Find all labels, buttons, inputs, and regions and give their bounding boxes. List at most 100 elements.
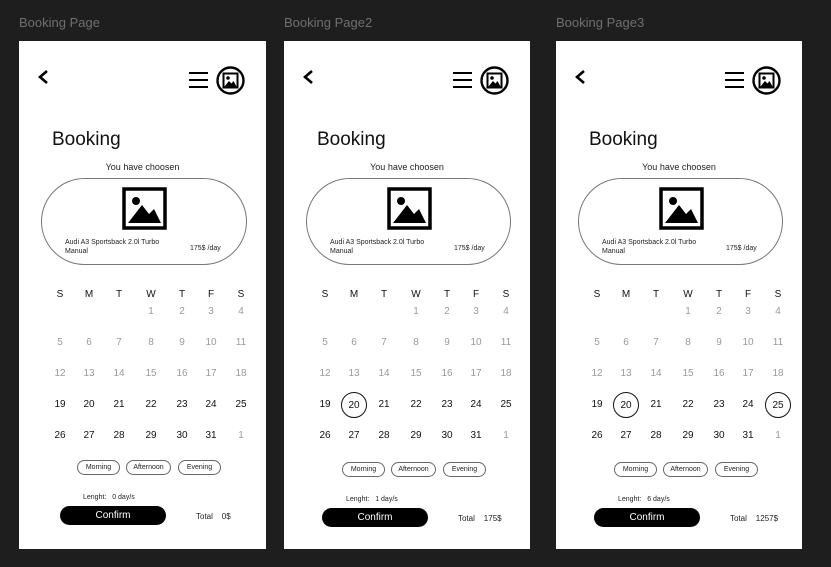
calendar-day-23[interactable]: 23 <box>706 392 732 418</box>
calendar-day-28[interactable]: 28 <box>643 423 669 449</box>
calendar-day-24[interactable]: 24 <box>463 392 489 418</box>
calendar-day-31[interactable]: 31 <box>463 423 489 449</box>
menu-hamburger-icon[interactable] <box>189 72 208 88</box>
calendar-day-21[interactable]: 21 <box>371 392 397 418</box>
length-summary: Lenght: 6 day/s <box>618 496 670 503</box>
car-image-icon <box>658 187 704 230</box>
car-card[interactable]: Audi A3 Sportsback 2.0l Turbo Manual 175$ … <box>306 178 511 265</box>
calendar-day-20[interactable]: 20 <box>341 392 367 418</box>
calendar-day-31[interactable]: 31 <box>735 423 761 449</box>
calendar-day-22[interactable]: 22 <box>675 392 701 418</box>
weekday-header: M <box>84 289 94 300</box>
time-option-afternoon[interactable]: Afternoon <box>391 462 436 477</box>
total-label: Total <box>196 512 213 521</box>
back-chevron-icon[interactable] <box>298 65 318 89</box>
calendar-day-17: 17 <box>470 368 482 379</box>
time-option-evening[interactable]: Evening <box>178 460 221 475</box>
back-chevron-icon[interactable] <box>33 65 53 89</box>
calendar-day-28[interactable]: 28 <box>371 423 397 449</box>
calendar-day-30[interactable]: 30 <box>169 423 195 449</box>
calendar-day-21[interactable]: 21 <box>106 392 132 418</box>
total-value: 175$ <box>483 514 502 523</box>
calendar-day-30[interactable]: 30 <box>706 423 732 449</box>
calendar-day-23[interactable]: 23 <box>434 392 460 418</box>
car-card[interactable]: Audi A3 Sportsback 2.0l Turbo Manual 175$ … <box>41 178 247 265</box>
calendar-day-31[interactable]: 31 <box>198 423 224 449</box>
calendar-day-6: 6 <box>86 337 92 348</box>
profile-avatar-icon[interactable] <box>752 66 781 95</box>
calendar-day-28[interactable]: 28 <box>106 423 132 449</box>
calendar-day-7: 7 <box>653 337 659 348</box>
calendar-day-18: 18 <box>500 368 512 379</box>
calendar-day-8: 8 <box>413 337 419 348</box>
back-chevron-icon[interactable] <box>570 65 590 89</box>
calendar-day-19[interactable]: 19 <box>584 392 610 418</box>
frame-label: Booking Page2 <box>284 15 373 30</box>
calendar-day-25[interactable]: 25 <box>493 392 519 418</box>
frame-label: Booking Page3 <box>556 15 645 30</box>
calendar-day-26[interactable]: 26 <box>47 423 73 449</box>
calendar-day-29[interactable]: 29 <box>138 423 164 449</box>
car-name-line2: Manual <box>602 248 625 255</box>
length-label: Lenght: <box>83 494 107 501</box>
calendar-day-29[interactable]: 29 <box>675 423 701 449</box>
calendar-day-22[interactable]: 22 <box>138 392 164 418</box>
length-label: Lenght: <box>346 496 370 503</box>
time-option-evening[interactable]: Evening <box>443 462 486 477</box>
calendar-day-7: 7 <box>116 337 122 348</box>
confirm-button[interactable]: Confirm <box>60 506 166 525</box>
length-value: 6 day/s <box>647 496 670 503</box>
calendar-day-20[interactable]: 20 <box>613 392 639 418</box>
calendar-day-1-next: 1 <box>775 430 781 441</box>
chosen-caption: You have choosen <box>370 162 444 172</box>
profile-avatar-icon[interactable] <box>216 66 245 95</box>
calendar-day-4: 4 <box>238 306 244 317</box>
calendar-day-4: 4 <box>503 306 509 317</box>
calendar-day-21[interactable]: 21 <box>643 392 669 418</box>
car-image-icon <box>386 187 432 230</box>
menu-hamburger-icon[interactable] <box>453 72 472 88</box>
time-option-morning[interactable]: Morning <box>614 462 657 477</box>
calendar-day-3: 3 <box>208 306 214 317</box>
time-option-afternoon[interactable]: Afternoon <box>126 460 171 475</box>
calendar-day-8: 8 <box>685 337 691 348</box>
total-summary: Total 1257$ <box>730 514 778 523</box>
calendar-day-24[interactable]: 24 <box>735 392 761 418</box>
car-card[interactable]: Audi A3 Sportsback 2.0l Turbo Manual 175$ … <box>578 178 783 265</box>
time-option-morning[interactable]: Morning <box>77 460 120 475</box>
calendar-day-22[interactable]: 22 <box>403 392 429 418</box>
calendar-day-27[interactable]: 27 <box>341 423 367 449</box>
confirm-button[interactable]: Confirm <box>594 508 700 527</box>
time-option-evening[interactable]: Evening <box>715 462 758 477</box>
car-image-icon <box>122 187 167 230</box>
car-price: 175$ /day <box>190 245 221 252</box>
total-summary: Total 175$ <box>458 514 502 523</box>
time-option-afternoon[interactable]: Afternoon <box>663 462 708 477</box>
weekday-header: M <box>621 289 631 300</box>
calendar-day-25[interactable]: 25 <box>228 392 254 418</box>
calendar-day-25[interactable]: 25 <box>765 392 791 418</box>
weekday-header: S <box>593 289 601 300</box>
profile-avatar-icon[interactable] <box>480 66 509 95</box>
calendar-day-3: 3 <box>473 306 479 317</box>
car-name-line1: Audi A3 Sportsback 2.0l Turbo <box>65 239 160 246</box>
calendar-day-30[interactable]: 30 <box>434 423 460 449</box>
calendar-day-24[interactable]: 24 <box>198 392 224 418</box>
calendar-day-20[interactable]: 20 <box>76 392 102 418</box>
calendar-day-19[interactable]: 19 <box>312 392 338 418</box>
weekday-header: T <box>115 289 123 300</box>
calendar-day-27[interactable]: 27 <box>76 423 102 449</box>
calendar-day-26[interactable]: 26 <box>312 423 338 449</box>
calendar-day-29[interactable]: 29 <box>403 423 429 449</box>
calendar-day-9: 9 <box>444 337 450 348</box>
menu-hamburger-icon[interactable] <box>725 72 744 88</box>
calendar-day-7: 7 <box>381 337 387 348</box>
time-option-morning[interactable]: Morning <box>342 462 385 477</box>
calendar-day-27[interactable]: 27 <box>613 423 639 449</box>
page-title: Booking <box>589 129 658 150</box>
calendar-day-19[interactable]: 19 <box>47 392 73 418</box>
calendar-day-14: 14 <box>113 368 125 379</box>
calendar-day-26[interactable]: 26 <box>584 423 610 449</box>
calendar-day-23[interactable]: 23 <box>169 392 195 418</box>
confirm-button[interactable]: Confirm <box>322 508 428 527</box>
